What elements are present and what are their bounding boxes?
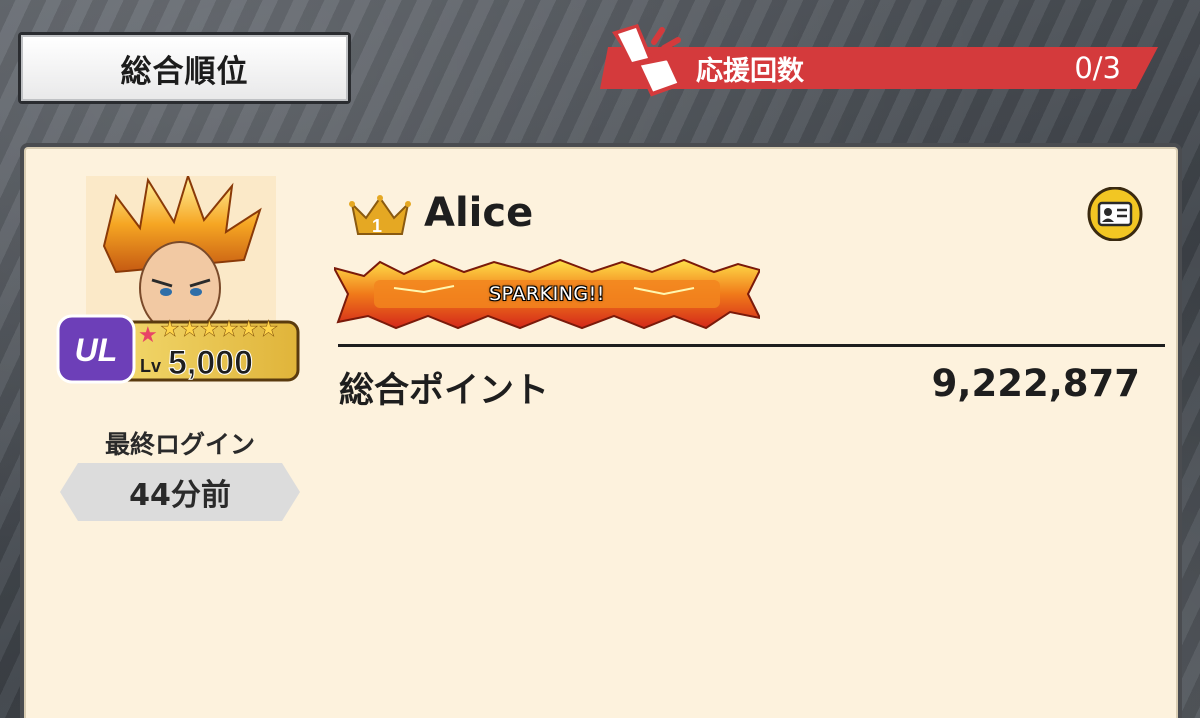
total-points-value: 9,222,877	[931, 362, 1140, 405]
support-count-value: 0/3	[1074, 51, 1121, 85]
sparking-title-text: SPARKING!!	[489, 283, 605, 305]
profile-card-button[interactable]	[1086, 187, 1144, 241]
last-login-label: 最終ログイン	[104, 430, 255, 459]
points-divider	[338, 344, 1165, 347]
last-login-value: 44分前	[60, 463, 300, 521]
character-portrait[interactable]: UL ★ ★★★★★★ Lv 5,000	[56, 176, 302, 384]
support-count-label: 応援回数	[696, 55, 804, 87]
rank-number: 1	[372, 216, 382, 236]
total-points-label: 総合ポイント	[339, 371, 550, 411]
player-name: Alice	[424, 190, 534, 236]
rarity-badge: UL	[75, 332, 118, 368]
sparking-title-banner: SPARKING!!	[332, 258, 762, 330]
svg-text:★: ★	[138, 323, 158, 348]
level-value: 5,000	[168, 344, 253, 382]
rank-crown-icon: 1	[349, 195, 411, 236]
cheer-megaphone-icon	[612, 24, 687, 97]
svg-text:★★★★★★: ★★★★★★	[160, 317, 278, 342]
level-prefix: Lv	[140, 356, 161, 376]
overall-rank-tab[interactable]: 総合順位	[18, 32, 351, 104]
overall-rank-tab-label: 総合順位	[21, 35, 348, 101]
